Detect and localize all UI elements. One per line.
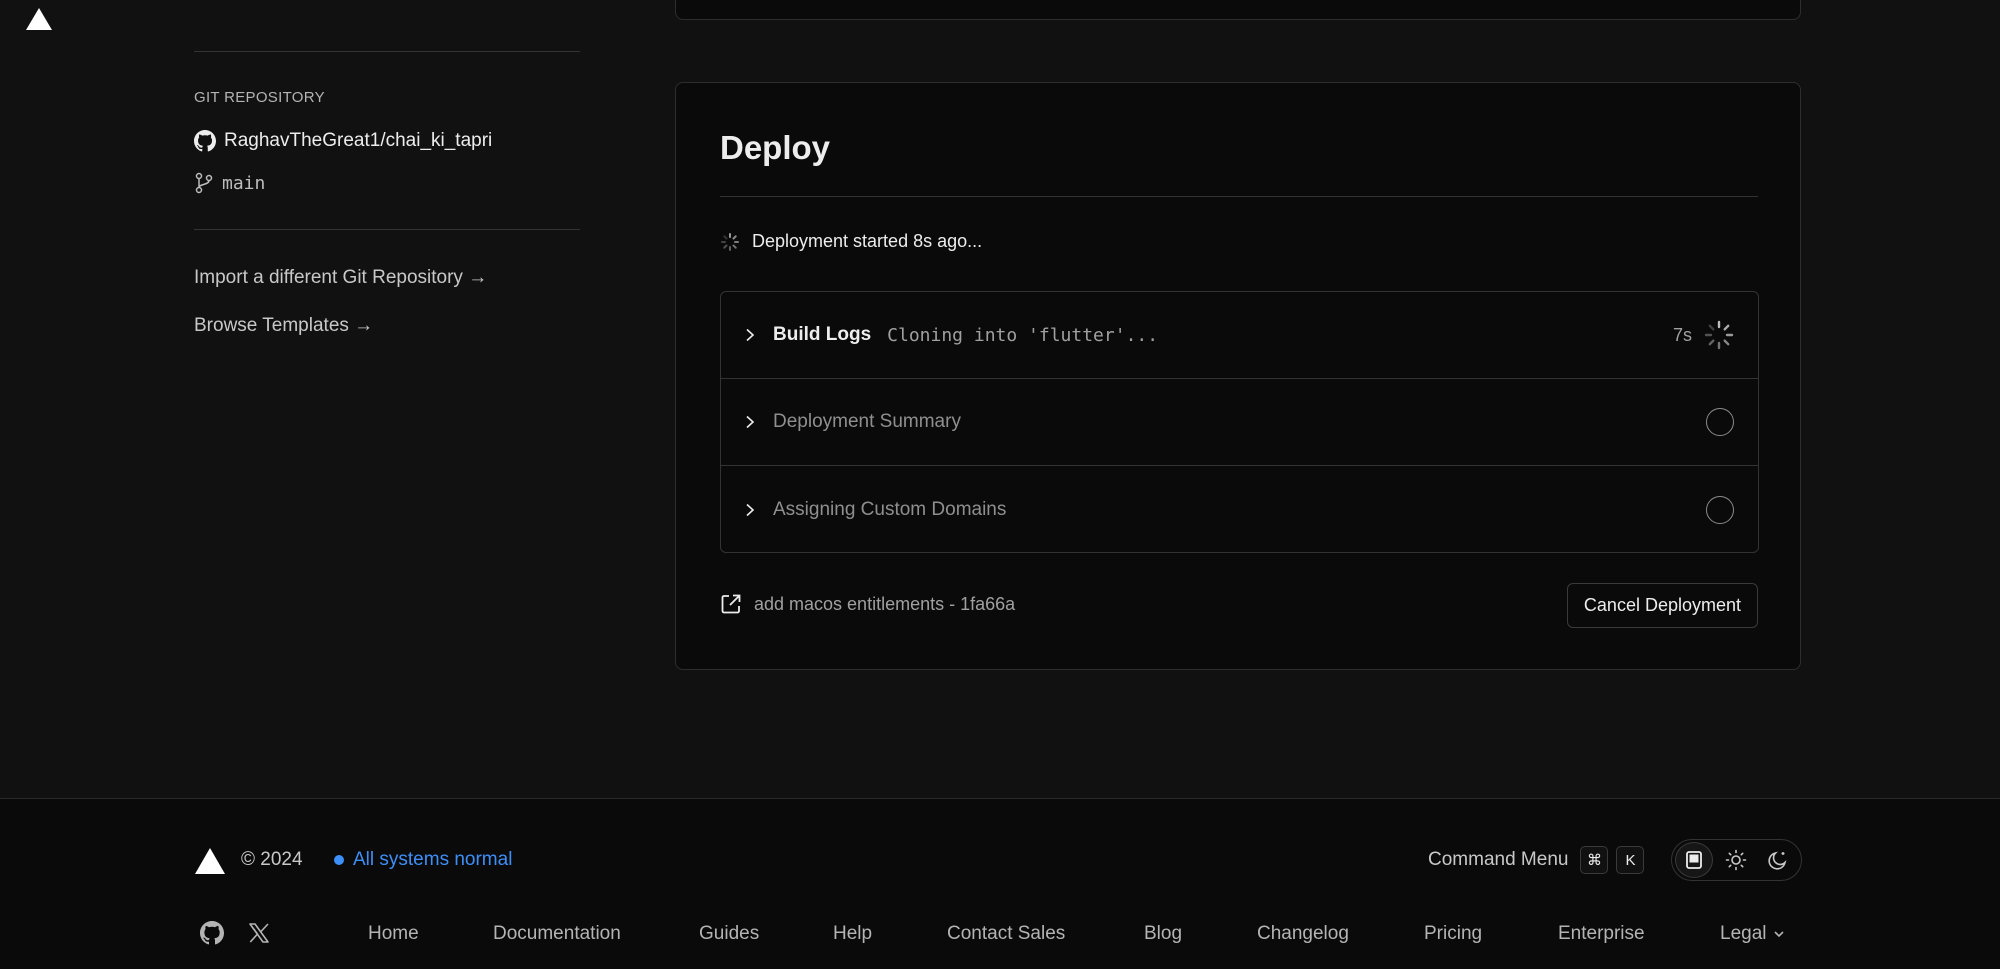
logo-icon[interactable] [194, 847, 226, 875]
divider [194, 51, 580, 52]
github-icon [194, 130, 216, 152]
theme-dark-button[interactable] [1759, 842, 1797, 878]
repo-link[interactable]: RaghavTheGreat1/chai_ki_tapri [194, 130, 492, 152]
sun-icon [1725, 849, 1747, 871]
footer-link-home[interactable]: Home [368, 923, 419, 945]
commit-link[interactable]: add macos entitlements - 1fa66a [720, 593, 1015, 615]
cmd-key: ⌘ [1580, 846, 1609, 874]
page-title: Deploy [720, 129, 831, 166]
branch-name: main [222, 172, 266, 194]
footer-link-pricing[interactable]: Pricing [1424, 923, 1482, 945]
browse-templates-link[interactable]: Browse Templates → [194, 315, 373, 337]
legal-label: Legal [1720, 923, 1767, 944]
git-branch-icon [195, 172, 213, 194]
x-twitter-icon[interactable] [247, 921, 271, 945]
external-link-icon [721, 594, 741, 614]
footer-link-documentation[interactable]: Documentation [493, 923, 621, 945]
step-log: Cloning into 'flutter'... [887, 324, 1159, 346]
divider [720, 196, 1758, 197]
chevron-right-icon [746, 415, 755, 429]
divider [194, 229, 580, 230]
repo-name: RaghavTheGreat1/chai_ki_tapri [224, 130, 493, 151]
copyright: © 2024 [241, 849, 303, 870]
status-dot-icon [334, 855, 344, 865]
footer: © 2024 All systems normal Command Menu ⌘… [0, 798, 2000, 969]
spinner-icon [721, 232, 739, 251]
section-label: GIT REPOSITORY [194, 89, 325, 106]
previous-card [675, 0, 1801, 20]
footer-link-guides[interactable]: Guides [699, 923, 759, 945]
status-text: Deployment started 8s ago... [752, 231, 983, 251]
pending-circle-icon [1706, 408, 1734, 436]
footer-legal-dropdown[interactable]: Legal [1720, 923, 1785, 945]
step-build-logs[interactable]: Build Logs Cloning into 'flutter'... 7s [721, 292, 1758, 379]
spinner-icon [1704, 320, 1734, 350]
footer-link-changelog[interactable]: Changelog [1257, 923, 1349, 945]
step-duration: 7s [1672, 324, 1692, 345]
step-deployment-summary[interactable]: Deployment Summary [721, 379, 1758, 466]
system-icon [1686, 851, 1702, 869]
step-name: Assigning Custom Domains [773, 498, 1007, 520]
deployment-status: Deployment started 8s ago... [720, 231, 982, 252]
chevron-down-icon [1773, 931, 1784, 938]
theme-switcher [1671, 839, 1802, 881]
moon-icon [1768, 851, 1787, 870]
command-menu-button[interactable]: Command Menu ⌘ K [1428, 846, 1645, 874]
command-menu-label: Command Menu [1428, 849, 1569, 870]
footer-link-enterprise[interactable]: Enterprise [1558, 923, 1645, 945]
deployment-steps: Build Logs Cloning into 'flutter'... 7s [720, 291, 1759, 553]
import-repo-link[interactable]: Import a different Git Repository → [194, 267, 487, 289]
logo-icon[interactable] [25, 6, 53, 32]
chevron-right-icon [746, 328, 755, 342]
theme-system-button[interactable] [1675, 842, 1713, 878]
system-status-link[interactable]: All systems normal [334, 849, 512, 871]
step-name: Build Logs [773, 324, 872, 345]
deploy-card: Deploy Deployment started 8s ago... Buil… [675, 82, 1801, 670]
cancel-deployment-button[interactable]: Cancel Deployment [1566, 583, 1758, 628]
step-name: Deployment Summary [773, 411, 961, 432]
k-key: K [1616, 846, 1645, 874]
chevron-right-icon [746, 503, 755, 516]
pending-circle-icon [1706, 495, 1734, 524]
system-status-text: All systems normal [353, 849, 513, 870]
step-custom-domains[interactable]: Assigning Custom Domains [721, 466, 1758, 552]
commit-message: add macos entitlements - 1fa66a [754, 593, 1016, 614]
theme-light-button[interactable] [1717, 842, 1755, 878]
footer-link-contact-sales[interactable]: Contact Sales [947, 923, 1065, 945]
github-icon[interactable] [200, 921, 224, 945]
branch: main [194, 172, 265, 194]
footer-link-blog[interactable]: Blog [1144, 923, 1182, 945]
footer-link-help[interactable]: Help [833, 923, 872, 945]
